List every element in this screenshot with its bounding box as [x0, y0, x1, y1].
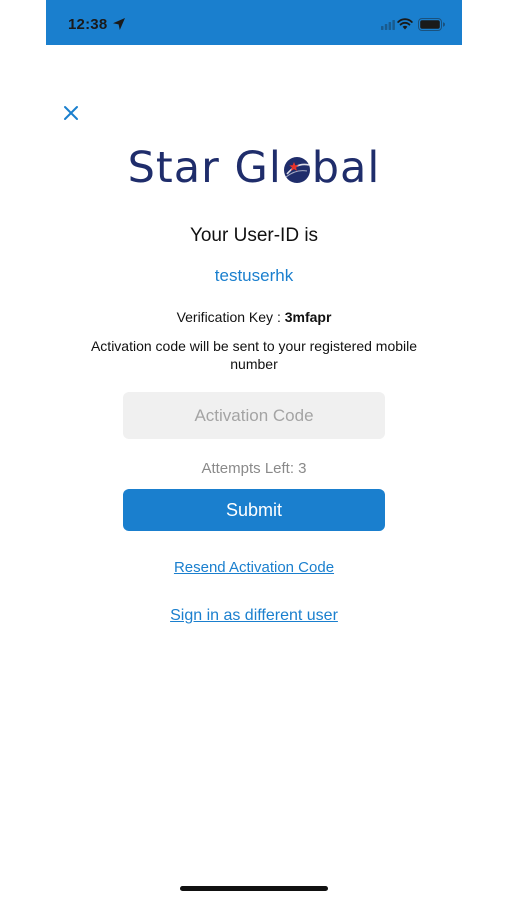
home-indicator[interactable] [180, 886, 328, 891]
status-time: 12:38 [68, 16, 108, 33]
logo-text-end: bal [311, 143, 381, 193]
resend-activation-code-link[interactable]: Resend Activation Code [46, 559, 462, 576]
verification-key-value: 3mfapr [284, 309, 332, 325]
user-id-value: testuserhk [214, 266, 294, 285]
location-arrow-icon [113, 18, 125, 30]
status-bar: 12:38 [46, 0, 462, 45]
verification-key-line: Verification Key : 3mfapr [46, 309, 462, 325]
globe-icon [283, 157, 310, 183]
screen: 12:38 Star Gl bal Your User-ID is testus… [46, 0, 462, 900]
submit-button[interactable]: Submit [123, 489, 385, 531]
activation-code-input[interactable] [123, 392, 385, 439]
sign-in-different-user-link[interactable]: Sign in as different user [46, 607, 462, 625]
cellular-signal-icon [381, 20, 395, 30]
star-global-logo: Star Gl bal [46, 138, 462, 198]
wifi-icon [397, 18, 413, 30]
attempts-left-text: Attempts Left: 3 [201, 460, 307, 477]
close-icon[interactable] [62, 104, 80, 122]
activation-info-text: Activation code will be sent to your reg… [90, 338, 418, 372]
battery-icon [418, 18, 445, 31]
logo-text-start: Star Gl [127, 143, 282, 193]
verification-key-label: Verification Key : [176, 309, 285, 325]
user-id-heading: Your User-ID is [189, 225, 319, 246]
